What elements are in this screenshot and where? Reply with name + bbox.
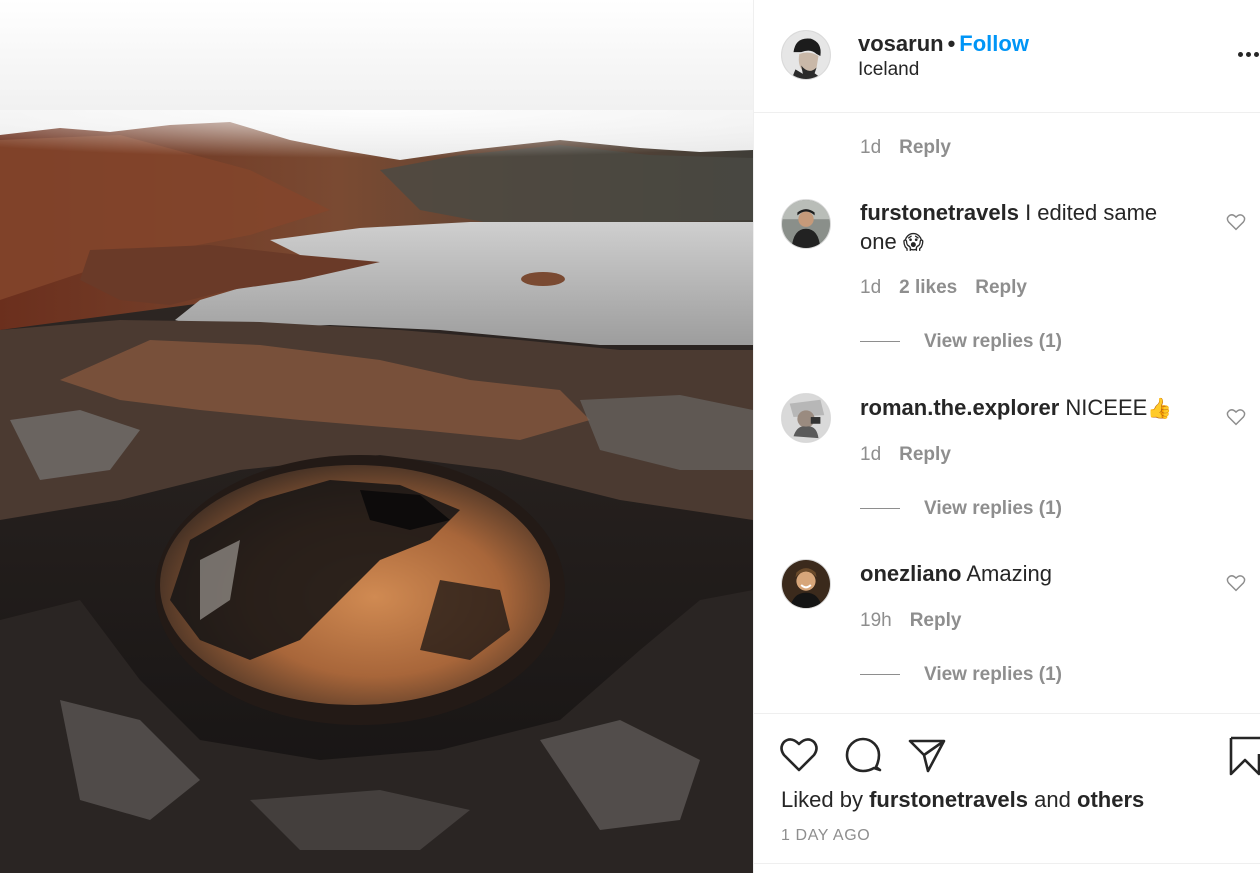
reply-button[interactable]: Reply (899, 444, 951, 465)
view-replies-button[interactable]: View replies (1) (860, 497, 1062, 521)
comment-time: 19h (860, 610, 892, 631)
comments-list[interactable]: 1d Reply furstonetravels I edited same on… (754, 113, 1260, 713)
divider-line (860, 674, 900, 676)
comment-body: NICEEE (1065, 395, 1148, 420)
post-detail-panel: vosarun • Follow Iceland 1d Reply furstonet… (753, 0, 1260, 873)
like-comment-heart-icon[interactable] (1226, 213, 1246, 231)
bottom-divider (754, 863, 1260, 864)
comment-likes[interactable]: 2 likes (899, 277, 957, 298)
comment-text: roman.the.explorer NICEEE👍 (860, 393, 1190, 423)
view-replies-label: View replies (1) (924, 498, 1062, 519)
liked-by-prefix: Liked by (781, 787, 863, 812)
comment-meta: 1d Reply (860, 136, 969, 160)
reply-button[interactable]: Reply (899, 137, 951, 158)
author-avatar[interactable] (781, 30, 831, 80)
more-options-icon[interactable] (1238, 46, 1260, 64)
liked-by-and: and (1034, 787, 1071, 812)
author-username[interactable]: vosarun (858, 31, 944, 56)
comment-time: 1d (860, 444, 882, 465)
liked-by-others[interactable]: others (1077, 787, 1144, 812)
commenter-avatar[interactable] (781, 559, 831, 609)
reply-button[interactable]: Reply (975, 277, 1027, 298)
share-icon[interactable] (906, 734, 948, 776)
comment-body: Amazing (966, 561, 1052, 586)
view-replies-label: View replies (1) (924, 664, 1062, 685)
like-comment-heart-icon[interactable] (1226, 408, 1246, 426)
divider-line (860, 508, 900, 510)
commenter-avatar[interactable] (781, 393, 831, 443)
thumbs-up-emoji: 👍 (1147, 396, 1173, 420)
commenter-avatar-image (782, 560, 830, 608)
comment-time: 1d (860, 137, 882, 158)
reply-button[interactable]: Reply (910, 610, 962, 631)
separator-dot: • (947, 31, 956, 56)
volcanic-crater-landscape-image (0, 0, 753, 873)
post-actions: Liked by furstonetravels and others 1 DA… (754, 713, 1260, 863)
liked-by-user[interactable]: furstonetravels (869, 787, 1028, 812)
post-timestamp[interactable]: 1 DAY AGO (781, 827, 870, 845)
follow-button[interactable]: Follow (959, 31, 1029, 56)
view-replies-button[interactable]: View replies (1) (860, 663, 1062, 687)
post-header: vosarun • Follow Iceland (754, 0, 1260, 113)
author-line: vosarun • Follow (858, 30, 1029, 58)
commenter-avatar-image (782, 200, 830, 248)
heart-icon[interactable] (778, 734, 820, 776)
commenter-username[interactable]: furstonetravels (860, 200, 1019, 225)
view-replies-label: View replies (1) (924, 331, 1062, 352)
commenter-avatar-image (782, 394, 830, 442)
comment-time: 1d (860, 277, 882, 298)
like-comment-heart-icon[interactable] (1226, 574, 1246, 592)
commenter-username[interactable]: onezliano (860, 561, 961, 586)
scream-emoji: 😱 (902, 230, 924, 254)
post-photo[interactable] (0, 0, 753, 873)
comment-text: furstonetravels I edited same one 😱 (860, 198, 1190, 257)
author-avatar-image (782, 31, 830, 79)
comment-meta: 19h Reply (860, 609, 979, 633)
comment-meta: 1d 2 likes Reply (860, 276, 1045, 300)
bookmark-icon[interactable] (1228, 734, 1260, 776)
comment-text: onezliano Amazing (860, 559, 1190, 588)
commenter-avatar[interactable] (781, 199, 831, 249)
commenter-username[interactable]: roman.the.explorer (860, 395, 1059, 420)
post-location[interactable]: Iceland (858, 58, 919, 82)
comment-meta: 1d Reply (860, 443, 969, 467)
comment-icon[interactable] (842, 734, 884, 776)
liked-by-line: Liked by furstonetravels and others (781, 786, 1144, 814)
view-replies-button[interactable]: View replies (1) (860, 330, 1062, 354)
divider-line (860, 341, 900, 343)
